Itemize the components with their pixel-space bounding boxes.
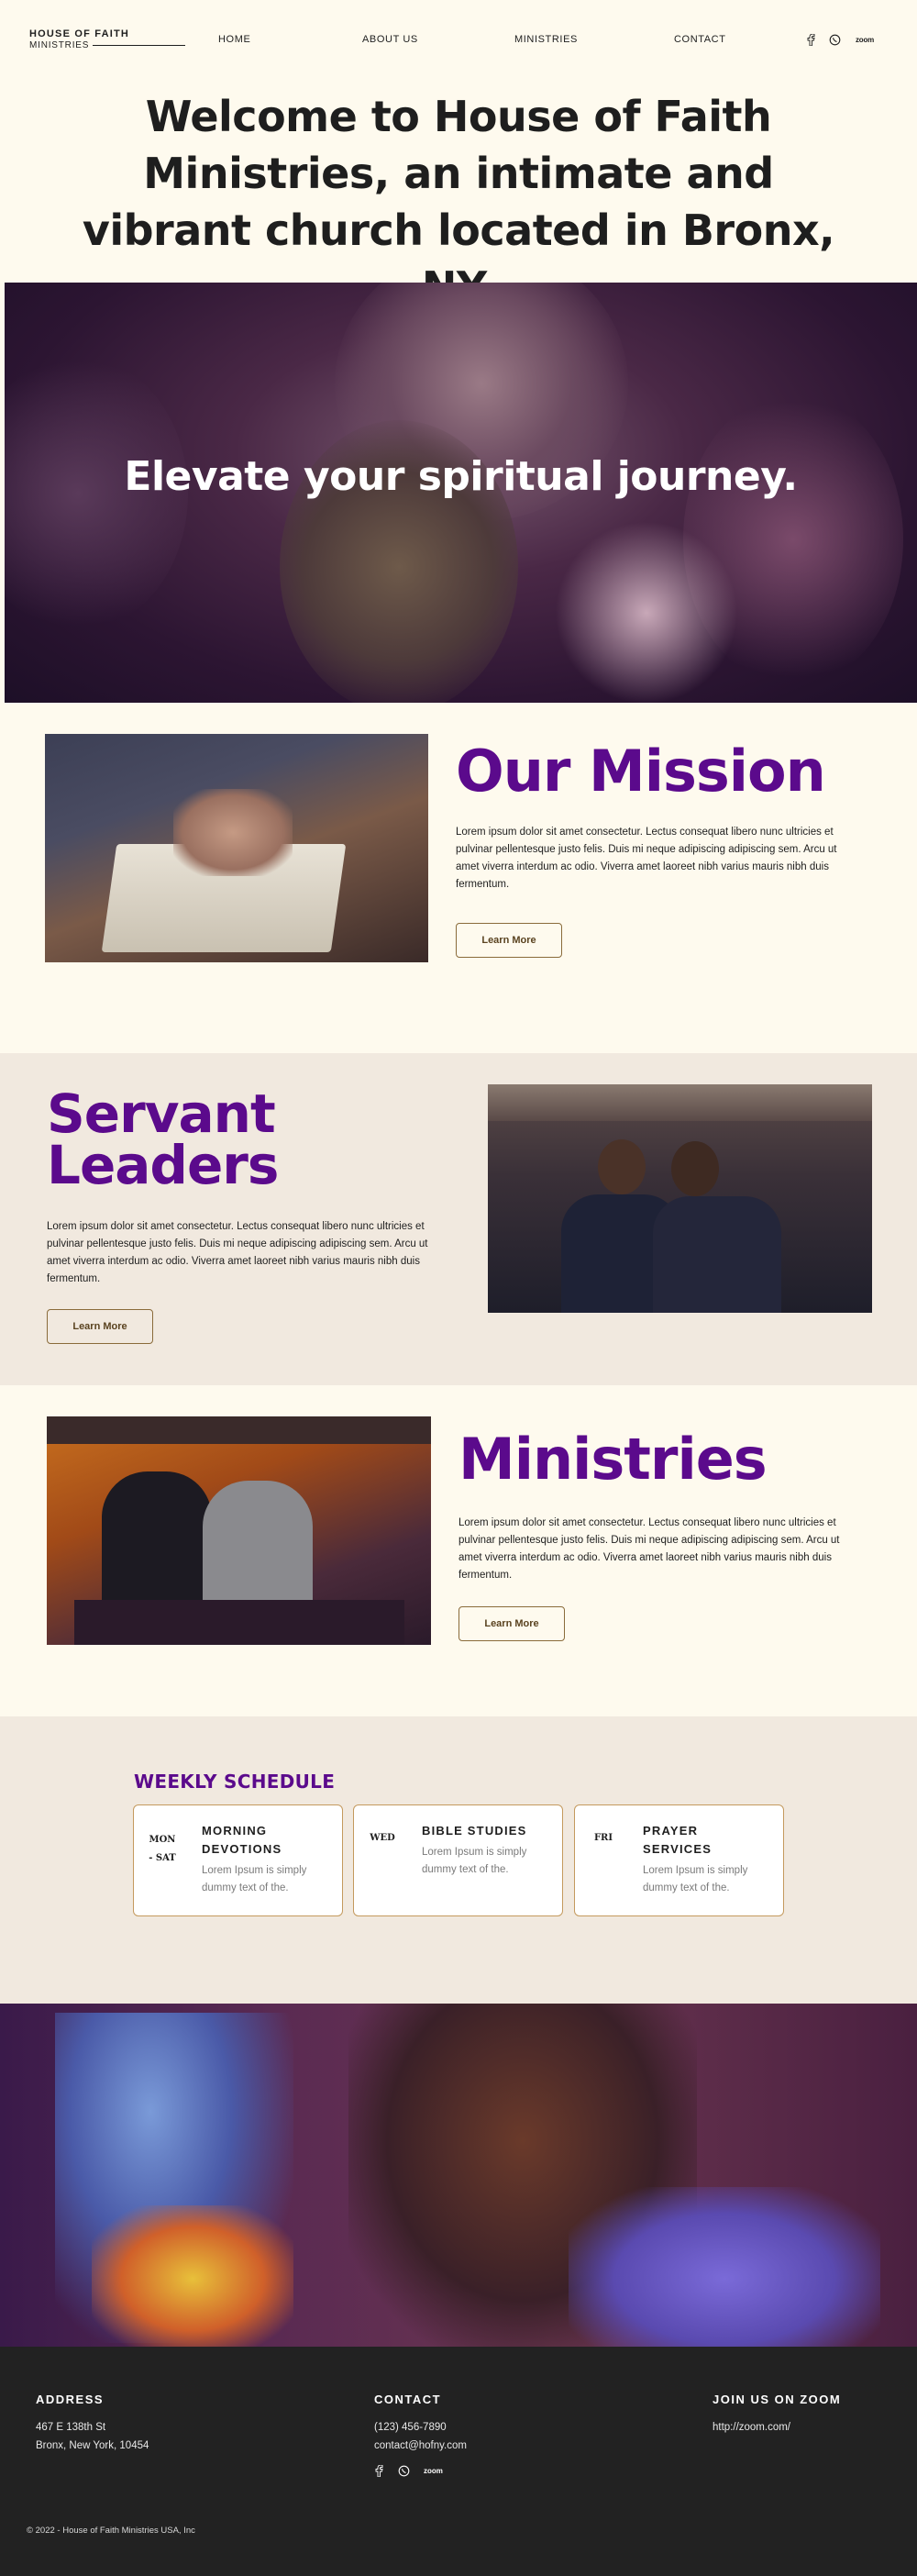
logo-title: HOUSE OF FAITH	[29, 28, 130, 39]
ministries-title: Ministries	[458, 1426, 768, 1493]
footer-address-heading: ADDRESS	[36, 2393, 105, 2406]
schedule-card-desc: Lorem Ipsum is simply dummy text of the.	[643, 1865, 748, 1893]
mission-title: Our Mission	[456, 738, 826, 805]
mission-body: Lorem ipsum dolor sit amet consectetur. …	[456, 827, 837, 890]
nav-home[interactable]: HOME	[218, 34, 250, 45]
schedule-card-title: MORNING DEVOTIONS	[202, 1824, 282, 1856]
ministries-image	[47, 1416, 431, 1645]
servant-learn-more-button[interactable]: Learn More	[47, 1309, 153, 1344]
footer-address-line2: Bronx, New York, 10454	[36, 2440, 149, 2451]
logo-subtitle: MINISTRIES	[29, 40, 90, 50]
footer-zoom-link[interactable]: http://zoom.com/	[713, 2418, 790, 2437]
servant-title: Servant Leaders	[47, 1087, 279, 1192]
footer-email[interactable]: contact@hofny.com	[374, 2437, 467, 2455]
hero-banner: Elevate your spiritual journey.	[5, 283, 917, 703]
footer-whatsapp-icon[interactable]	[398, 2465, 410, 2482]
footer-contact-heading: CONTACT	[374, 2393, 442, 2406]
schedule-card-title: BIBLE STUDIES	[422, 1824, 527, 1838]
zoom-icon[interactable]: zoom	[853, 33, 877, 46]
ministries-body: Lorem ipsum dolor sit amet consectetur. …	[458, 1517, 840, 1581]
schedule-day: WED	[370, 1833, 395, 1843]
footer-phone[interactable]: (123) 456-7890	[374, 2418, 447, 2437]
nav-contact[interactable]: CONTACT	[674, 34, 726, 45]
footer-copyright: © 2022 - House of Faith Ministries USA, …	[27, 2526, 195, 2536]
schedule-title: WEEKLY SCHEDULE	[134, 1771, 336, 1793]
nav-about-us[interactable]: ABOUT US	[362, 34, 418, 45]
ministries-learn-more-button[interactable]: Learn More	[458, 1606, 565, 1641]
schedule-card[interactable]: FRI PRAYER SERVICES Lorem Ipsum is simpl…	[574, 1804, 784, 1916]
hero-tagline: Elevate your spiritual journey.	[124, 453, 798, 500]
schedule-card-desc: Lorem Ipsum is simply dummy text of the.	[202, 1865, 307, 1893]
nav-ministries[interactable]: MINISTRIES	[514, 34, 578, 45]
schedule-day: FRI	[593, 1833, 613, 1843]
site-header: HOUSE OF FAITH MINISTRIES HOME ABOUT US …	[0, 0, 917, 81]
logo-rule	[93, 45, 185, 46]
schedule-day: MON - SAT	[149, 1835, 176, 1863]
footer-address-line1: 467 E 138th St	[36, 2422, 106, 2433]
servant-image	[488, 1084, 872, 1313]
prayer-photo	[0, 2004, 917, 2347]
mission-learn-more-button[interactable]: Learn More	[456, 923, 562, 958]
footer-zoom-heading: JOIN US ON ZOOM	[713, 2393, 842, 2406]
site-logo[interactable]: HOUSE OF FAITH MINISTRIES	[29, 28, 185, 50]
footer-facebook-icon[interactable]	[375, 2464, 383, 2482]
site-footer: ADDRESS 467 E 138th St Bronx, New York, …	[0, 2347, 917, 2576]
footer-zoom-icon[interactable]: zoom	[424, 2467, 443, 2475]
facebook-icon[interactable]	[804, 33, 817, 46]
schedule-card[interactable]: WED BIBLE STUDIES Lorem Ipsum is simply …	[353, 1804, 563, 1916]
mission-image	[45, 734, 428, 962]
schedule-card[interactable]: MON - SAT MORNING DEVOTIONS Lorem Ipsum …	[133, 1804, 343, 1916]
servant-title-line2: Leaders	[47, 1134, 279, 1196]
page-headline: Welcome to House of Faith Ministries, an…	[82, 92, 835, 312]
servant-body: Lorem ipsum dolor sit amet consectetur. …	[47, 1221, 428, 1284]
whatsapp-icon[interactable]	[828, 33, 841, 46]
schedule-card-title: PRAYER SERVICES	[643, 1824, 713, 1856]
schedule-card-desc: Lorem Ipsum is simply dummy text of the.	[422, 1847, 527, 1875]
